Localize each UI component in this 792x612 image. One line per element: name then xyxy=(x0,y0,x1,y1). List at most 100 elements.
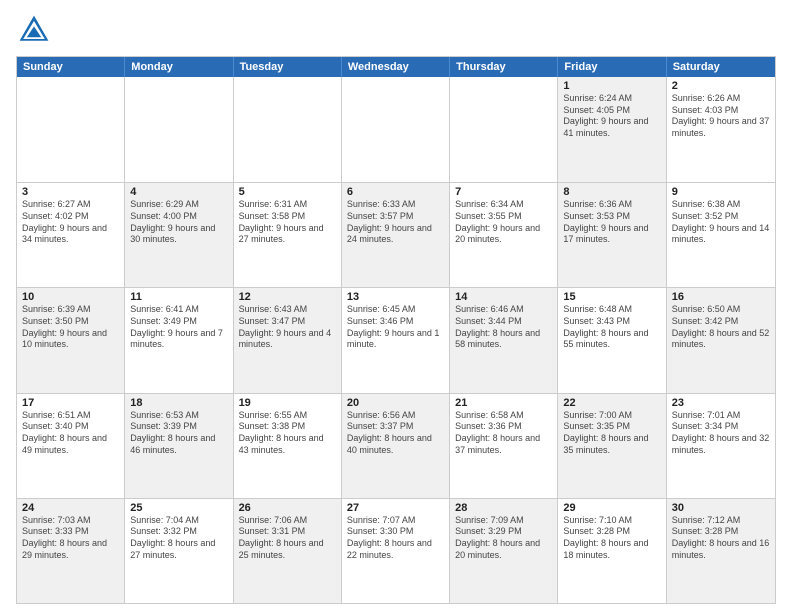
calendar-cell: 13Sunrise: 6:45 AM Sunset: 3:46 PM Dayli… xyxy=(342,288,450,392)
calendar-row-3: 17Sunrise: 6:51 AM Sunset: 3:40 PM Dayli… xyxy=(17,393,775,498)
day-info: Sunrise: 6:45 AM Sunset: 3:46 PM Dayligh… xyxy=(347,304,444,351)
day-info: Sunrise: 7:09 AM Sunset: 3:29 PM Dayligh… xyxy=(455,515,552,562)
calendar-cell: 8Sunrise: 6:36 AM Sunset: 3:53 PM Daylig… xyxy=(558,183,666,287)
calendar-cell: 27Sunrise: 7:07 AM Sunset: 3:30 PM Dayli… xyxy=(342,499,450,603)
day-info: Sunrise: 7:03 AM Sunset: 3:33 PM Dayligh… xyxy=(22,515,119,562)
calendar-cell: 16Sunrise: 6:50 AM Sunset: 3:42 PM Dayli… xyxy=(667,288,775,392)
day-number: 22 xyxy=(563,397,660,409)
calendar-cell: 30Sunrise: 7:12 AM Sunset: 3:28 PM Dayli… xyxy=(667,499,775,603)
logo xyxy=(16,12,56,48)
day-info: Sunrise: 7:12 AM Sunset: 3:28 PM Dayligh… xyxy=(672,515,770,562)
calendar-header: SundayMondayTuesdayWednesdayThursdayFrid… xyxy=(17,57,775,77)
day-info: Sunrise: 6:53 AM Sunset: 3:39 PM Dayligh… xyxy=(130,410,227,457)
day-info: Sunrise: 7:04 AM Sunset: 3:32 PM Dayligh… xyxy=(130,515,227,562)
header-day-wednesday: Wednesday xyxy=(342,57,450,77)
calendar-row-2: 10Sunrise: 6:39 AM Sunset: 3:50 PM Dayli… xyxy=(17,287,775,392)
day-number: 10 xyxy=(22,291,119,303)
calendar-cell: 12Sunrise: 6:43 AM Sunset: 3:47 PM Dayli… xyxy=(234,288,342,392)
calendar-cell: 22Sunrise: 7:00 AM Sunset: 3:35 PM Dayli… xyxy=(558,394,666,498)
calendar-body: 1Sunrise: 6:24 AM Sunset: 4:05 PM Daylig… xyxy=(17,77,775,603)
day-number: 1 xyxy=(563,80,660,92)
day-number: 6 xyxy=(347,186,444,198)
day-number: 7 xyxy=(455,186,552,198)
header xyxy=(16,12,776,48)
calendar-cell: 7Sunrise: 6:34 AM Sunset: 3:55 PM Daylig… xyxy=(450,183,558,287)
header-day-tuesday: Tuesday xyxy=(234,57,342,77)
day-number: 8 xyxy=(563,186,660,198)
day-number: 3 xyxy=(22,186,119,198)
calendar-cell xyxy=(342,77,450,182)
day-info: Sunrise: 6:33 AM Sunset: 3:57 PM Dayligh… xyxy=(347,199,444,246)
day-number: 23 xyxy=(672,397,770,409)
day-number: 15 xyxy=(563,291,660,303)
calendar-cell: 6Sunrise: 6:33 AM Sunset: 3:57 PM Daylig… xyxy=(342,183,450,287)
calendar-cell: 26Sunrise: 7:06 AM Sunset: 3:31 PM Dayli… xyxy=(234,499,342,603)
calendar-cell: 18Sunrise: 6:53 AM Sunset: 3:39 PM Dayli… xyxy=(125,394,233,498)
header-day-monday: Monday xyxy=(125,57,233,77)
header-day-thursday: Thursday xyxy=(450,57,558,77)
calendar-row-0: 1Sunrise: 6:24 AM Sunset: 4:05 PM Daylig… xyxy=(17,77,775,182)
day-info: Sunrise: 6:29 AM Sunset: 4:00 PM Dayligh… xyxy=(130,199,227,246)
day-info: Sunrise: 6:51 AM Sunset: 3:40 PM Dayligh… xyxy=(22,410,119,457)
calendar-cell xyxy=(450,77,558,182)
day-info: Sunrise: 6:50 AM Sunset: 3:42 PM Dayligh… xyxy=(672,304,770,351)
calendar-cell: 25Sunrise: 7:04 AM Sunset: 3:32 PM Dayli… xyxy=(125,499,233,603)
calendar-cell: 11Sunrise: 6:41 AM Sunset: 3:49 PM Dayli… xyxy=(125,288,233,392)
day-info: Sunrise: 6:43 AM Sunset: 3:47 PM Dayligh… xyxy=(239,304,336,351)
calendar-row-4: 24Sunrise: 7:03 AM Sunset: 3:33 PM Dayli… xyxy=(17,498,775,603)
day-info: Sunrise: 6:58 AM Sunset: 3:36 PM Dayligh… xyxy=(455,410,552,457)
day-info: Sunrise: 7:06 AM Sunset: 3:31 PM Dayligh… xyxy=(239,515,336,562)
day-info: Sunrise: 6:39 AM Sunset: 3:50 PM Dayligh… xyxy=(22,304,119,351)
day-info: Sunrise: 6:27 AM Sunset: 4:02 PM Dayligh… xyxy=(22,199,119,246)
day-number: 14 xyxy=(455,291,552,303)
page: SundayMondayTuesdayWednesdayThursdayFrid… xyxy=(0,0,792,612)
day-info: Sunrise: 7:00 AM Sunset: 3:35 PM Dayligh… xyxy=(563,410,660,457)
day-number: 19 xyxy=(239,397,336,409)
day-info: Sunrise: 6:24 AM Sunset: 4:05 PM Dayligh… xyxy=(563,93,660,140)
day-number: 2 xyxy=(672,80,770,92)
header-day-sunday: Sunday xyxy=(17,57,125,77)
day-number: 4 xyxy=(130,186,227,198)
calendar-cell: 28Sunrise: 7:09 AM Sunset: 3:29 PM Dayli… xyxy=(450,499,558,603)
day-number: 20 xyxy=(347,397,444,409)
calendar-cell: 1Sunrise: 6:24 AM Sunset: 4:05 PM Daylig… xyxy=(558,77,666,182)
header-day-saturday: Saturday xyxy=(667,57,775,77)
calendar-cell: 10Sunrise: 6:39 AM Sunset: 3:50 PM Dayli… xyxy=(17,288,125,392)
day-number: 9 xyxy=(672,186,770,198)
day-info: Sunrise: 6:36 AM Sunset: 3:53 PM Dayligh… xyxy=(563,199,660,246)
day-number: 29 xyxy=(563,502,660,514)
day-info: Sunrise: 6:31 AM Sunset: 3:58 PM Dayligh… xyxy=(239,199,336,246)
calendar-cell: 29Sunrise: 7:10 AM Sunset: 3:28 PM Dayli… xyxy=(558,499,666,603)
calendar-cell: 20Sunrise: 6:56 AM Sunset: 3:37 PM Dayli… xyxy=(342,394,450,498)
day-info: Sunrise: 6:34 AM Sunset: 3:55 PM Dayligh… xyxy=(455,199,552,246)
day-info: Sunrise: 7:01 AM Sunset: 3:34 PM Dayligh… xyxy=(672,410,770,457)
calendar-row-1: 3Sunrise: 6:27 AM Sunset: 4:02 PM Daylig… xyxy=(17,182,775,287)
day-number: 13 xyxy=(347,291,444,303)
day-info: Sunrise: 7:10 AM Sunset: 3:28 PM Dayligh… xyxy=(563,515,660,562)
day-number: 28 xyxy=(455,502,552,514)
day-info: Sunrise: 6:46 AM Sunset: 3:44 PM Dayligh… xyxy=(455,304,552,351)
calendar-cell: 24Sunrise: 7:03 AM Sunset: 3:33 PM Dayli… xyxy=(17,499,125,603)
calendar-cell: 17Sunrise: 6:51 AM Sunset: 3:40 PM Dayli… xyxy=(17,394,125,498)
calendar-cell: 15Sunrise: 6:48 AM Sunset: 3:43 PM Dayli… xyxy=(558,288,666,392)
day-info: Sunrise: 7:07 AM Sunset: 3:30 PM Dayligh… xyxy=(347,515,444,562)
day-number: 21 xyxy=(455,397,552,409)
calendar-cell xyxy=(17,77,125,182)
day-info: Sunrise: 6:38 AM Sunset: 3:52 PM Dayligh… xyxy=(672,199,770,246)
day-number: 5 xyxy=(239,186,336,198)
calendar-cell: 19Sunrise: 6:55 AM Sunset: 3:38 PM Dayli… xyxy=(234,394,342,498)
calendar-cell: 3Sunrise: 6:27 AM Sunset: 4:02 PM Daylig… xyxy=(17,183,125,287)
day-info: Sunrise: 6:55 AM Sunset: 3:38 PM Dayligh… xyxy=(239,410,336,457)
day-number: 24 xyxy=(22,502,119,514)
calendar-cell: 23Sunrise: 7:01 AM Sunset: 3:34 PM Dayli… xyxy=(667,394,775,498)
day-info: Sunrise: 6:41 AM Sunset: 3:49 PM Dayligh… xyxy=(130,304,227,351)
calendar-cell: 5Sunrise: 6:31 AM Sunset: 3:58 PM Daylig… xyxy=(234,183,342,287)
day-number: 18 xyxy=(130,397,227,409)
calendar-cell xyxy=(234,77,342,182)
day-info: Sunrise: 6:26 AM Sunset: 4:03 PM Dayligh… xyxy=(672,93,770,140)
day-info: Sunrise: 6:56 AM Sunset: 3:37 PM Dayligh… xyxy=(347,410,444,457)
calendar-cell: 9Sunrise: 6:38 AM Sunset: 3:52 PM Daylig… xyxy=(667,183,775,287)
calendar-cell xyxy=(125,77,233,182)
day-number: 26 xyxy=(239,502,336,514)
calendar-cell: 21Sunrise: 6:58 AM Sunset: 3:36 PM Dayli… xyxy=(450,394,558,498)
